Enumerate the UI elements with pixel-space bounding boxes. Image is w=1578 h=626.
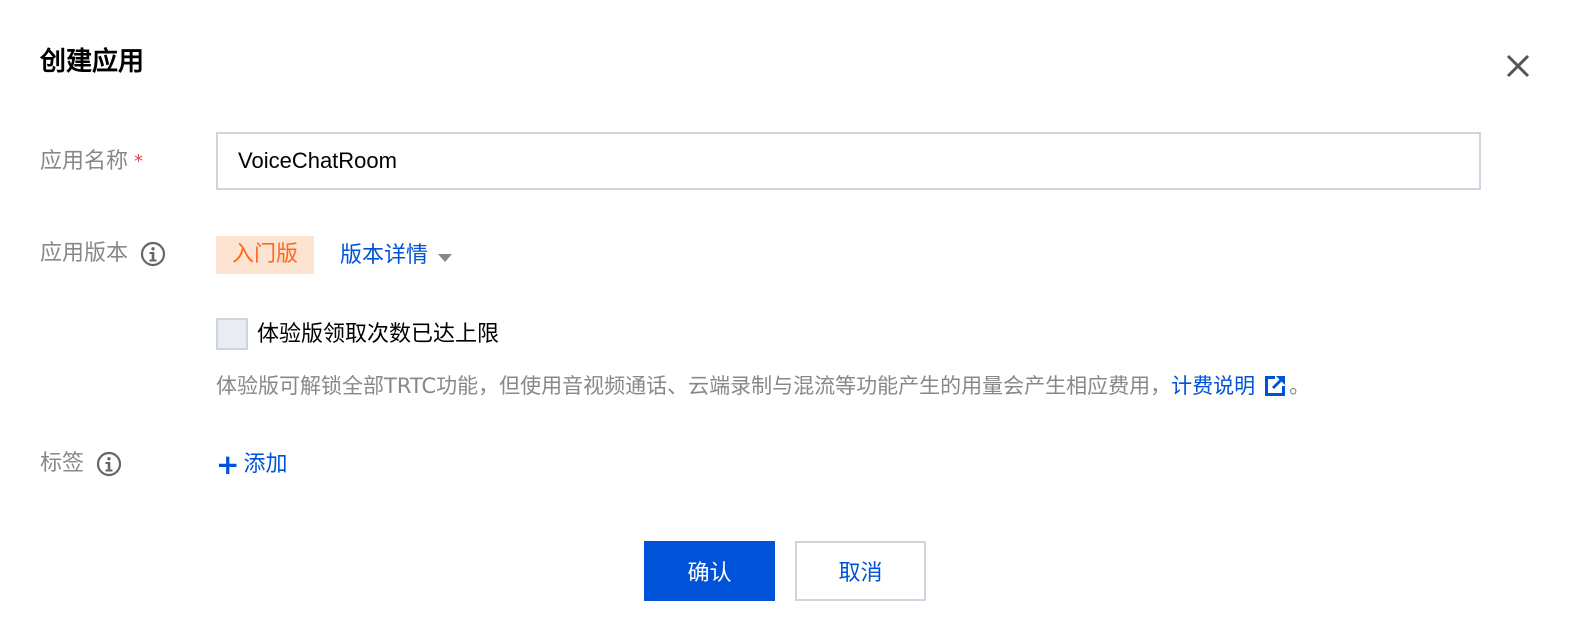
plus-icon: +	[216, 448, 240, 481]
trial-checkbox[interactable]	[216, 318, 248, 350]
confirm-button[interactable]: 确认	[644, 541, 775, 601]
version-badge: 入门版	[216, 236, 315, 274]
app-version-label-row: 应用版本	[40, 238, 166, 270]
caret-down-icon	[438, 254, 453, 262]
billing-link[interactable]: 计费说明	[1171, 369, 1255, 403]
description-end: 。	[1289, 374, 1311, 398]
info-icon[interactable]	[140, 241, 166, 267]
app-version-label: 应用版本	[40, 241, 129, 266]
app-name-label-row: 应用名称 *	[40, 146, 143, 178]
tags-label: 标签	[40, 451, 85, 476]
create-app-dialog: 创建应用 应用名称 * 应用版本 入门版 版本详情 体验版领取次数已达上限 体验…	[0, 0, 1578, 626]
version-detail-dropdown[interactable]: 版本详情	[340, 238, 453, 274]
version-detail-link[interactable]: 版本详情	[340, 238, 428, 274]
external-link-icon[interactable]	[1265, 376, 1286, 396]
cancel-button[interactable]: 取消	[795, 541, 926, 601]
dialog-title: 创建应用	[40, 47, 145, 77]
trial-checkbox-label: 体验版领取次数已达上限	[257, 322, 500, 347]
trial-description-text: 体验版可解锁全部TRTC功能，但使用音视频通话、云端录制与混流等功能产生的用量会…	[216, 374, 1172, 398]
app-name-input[interactable]	[216, 132, 1481, 190]
app-name-label: 应用名称	[40, 149, 129, 174]
required-mark: *	[134, 151, 144, 172]
add-tag-label: 添加	[243, 452, 288, 477]
close-icon[interactable]	[1500, 48, 1536, 84]
add-tag-button[interactable]: + 添加	[216, 448, 287, 482]
info-icon[interactable]	[96, 451, 122, 477]
trial-description: 体验版可解锁全部TRTC功能，但使用音视频通话、云端录制与混流等功能产生的用量会…	[216, 369, 1310, 403]
tags-label-row: 标签	[40, 448, 122, 480]
